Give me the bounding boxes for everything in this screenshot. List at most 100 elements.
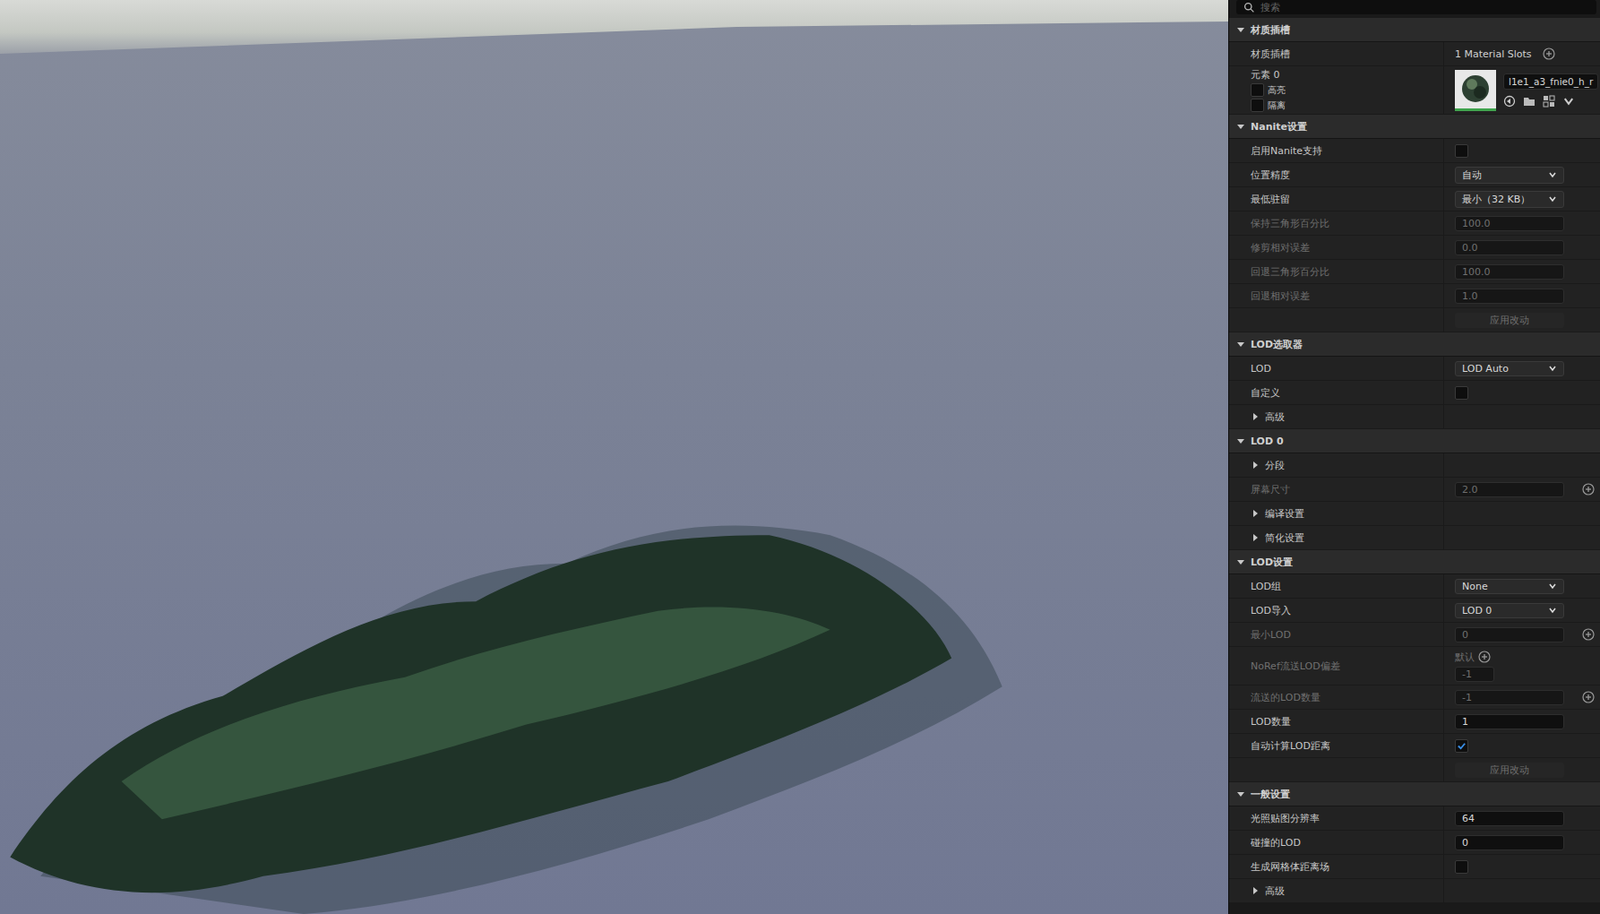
property-row: LOD组 None (1229, 574, 1600, 599)
add-icon[interactable] (1582, 627, 1595, 641)
checkbox[interactable] (1454, 386, 1469, 400)
subsection-label-cell: 编译设置 (1229, 501, 1445, 525)
details-panel: 搜索 材质插槽 材质插槽 1 Material Slots 元素 0 高亮 隔离… (1228, 0, 1600, 914)
expand-arrow-icon (1236, 25, 1246, 35)
checkbox[interactable] (1454, 144, 1469, 158)
expand-arrow-icon (1250, 460, 1260, 470)
expand-arrow-icon (1250, 886, 1260, 895)
section-title: Nanite设置 (1250, 120, 1308, 134)
section-header[interactable]: LOD 0 (1229, 429, 1600, 454)
section-header[interactable]: 一般设置 (1229, 782, 1600, 807)
apply-button[interactable]: 应用改动 (1454, 762, 1565, 778)
search-bar[interactable]: 搜索 (1236, 0, 1597, 15)
subsection-label-cell: 高级 (1229, 404, 1445, 429)
section-header[interactable]: 材质插槽 (1229, 17, 1600, 43)
number-field[interactable]: 100.0 (1454, 215, 1565, 232)
add-icon[interactable] (1582, 690, 1595, 704)
property-label-cell: LOD导入 (1229, 598, 1445, 622)
grid-icon[interactable] (1542, 94, 1556, 108)
checkbox[interactable] (1454, 739, 1469, 753)
add-icon[interactable] (1582, 482, 1595, 496)
property-label: 回退相对误差 (1250, 289, 1310, 303)
property-row: NoRef流送LOD偏差 默认 -1 (1229, 646, 1600, 686)
dropdown[interactable]: 自动 (1454, 166, 1565, 184)
checkbox[interactable] (1250, 98, 1265, 112)
section-title: LOD 0 (1250, 435, 1284, 448)
checkbox[interactable] (1454, 860, 1469, 874)
viewport-background (0, 0, 1229, 54)
checkbox-label: 隔离 (1267, 99, 1286, 112)
number-field[interactable]: 0 (1454, 627, 1565, 643)
section-header[interactable]: LOD选取器 (1229, 332, 1600, 357)
chevron-down-icon[interactable] (1562, 94, 1575, 108)
chevron-down-icon (1548, 605, 1557, 615)
magnifier-icon (1243, 1, 1256, 14)
expand-arrow-icon (1236, 436, 1246, 446)
dropdown[interactable]: None (1454, 578, 1565, 594)
empty-value-cell (1444, 404, 1600, 429)
property-label: LOD (1250, 362, 1272, 375)
element-checkbox-row[interactable]: 高亮 (1250, 83, 1286, 97)
material-thumbnail[interactable] (1454, 69, 1497, 112)
checkbox-label: 高亮 (1267, 84, 1286, 97)
foliage-mesh-icon (0, 250, 1013, 914)
material-name-field[interactable]: l1e1_a3_fnie0_h_r (1503, 73, 1599, 90)
number-field[interactable]: 64 (1454, 810, 1565, 826)
property-label: 材质插槽 (1250, 47, 1291, 61)
element-label: 元素 0 (1250, 68, 1281, 82)
number-field[interactable]: 0.0 (1454, 240, 1565, 256)
property-label: LOD组 (1250, 579, 1282, 594)
material-preview-icon (1457, 70, 1494, 107)
property-row: 屏幕尺寸 2.0 (1229, 477, 1600, 502)
dropdown[interactable]: LOD 0 (1454, 602, 1565, 619)
property-label: 回退三角形百分比 (1250, 265, 1330, 279)
checkbox[interactable] (1250, 83, 1265, 97)
subsection-label: 分段 (1264, 458, 1285, 473)
property-label: NoRef流送LOD偏差 (1250, 659, 1341, 673)
subsection-label-cell: 分段 (1229, 453, 1445, 477)
number-field[interactable]: 100.0 (1454, 264, 1565, 280)
static-mesh-editor: 搜索 材质插槽 材质插槽 1 Material Slots 元素 0 高亮 隔离… (0, 0, 1600, 914)
chevron-down-icon (1548, 363, 1557, 373)
subsection-row[interactable]: 分段 (1229, 453, 1600, 478)
property-row: 位置精度 自动 (1229, 163, 1600, 188)
property-label-cell: LOD数量 (1229, 709, 1445, 733)
property-label: 光照贴图分辨率 (1250, 811, 1320, 826)
property-label: 生成网格体距离场 (1250, 860, 1330, 874)
subsection-row[interactable]: 高级 (1229, 404, 1600, 430)
number-field[interactable]: 0 (1454, 834, 1565, 851)
empty-label-cell (1229, 308, 1445, 332)
apply-button[interactable]: 应用改动 (1454, 312, 1565, 328)
number-field[interactable]: -1 (1454, 666, 1495, 682)
number-field[interactable]: -1 (1454, 689, 1565, 706)
subsection-row[interactable]: 高级 (1229, 878, 1600, 904)
subsection-row[interactable]: 编译设置 (1229, 501, 1600, 526)
property-label: 位置精度 (1250, 168, 1291, 182)
property-label: LOD数量 (1250, 714, 1291, 729)
section-header[interactable]: LOD设置 (1229, 550, 1600, 575)
number-field[interactable]: 1 (1454, 713, 1565, 730)
add-icon[interactable] (1478, 650, 1491, 663)
section-title: 一般设置 (1250, 787, 1291, 801)
property-label-cell: 自动计算LOD距离 (1229, 733, 1445, 757)
element-checkbox-row[interactable]: 隔离 (1250, 98, 1286, 112)
property-label: 最低驻留 (1250, 192, 1291, 207)
dropdown[interactable]: LOD Auto (1454, 361, 1565, 377)
number-field[interactable]: 2.0 (1454, 481, 1565, 498)
subsection-row[interactable]: 简化设置 (1229, 525, 1600, 551)
expand-arrow-icon (1250, 412, 1260, 422)
folder-icon[interactable] (1522, 94, 1536, 108)
section-header[interactable]: Nanite设置 (1229, 114, 1600, 139)
property-label-cell: 光照贴图分辨率 (1229, 806, 1445, 830)
property-row: LOD导入 LOD 0 (1229, 598, 1600, 623)
add-icon[interactable] (1542, 47, 1556, 61)
property-label-cell: 屏幕尺寸 (1229, 477, 1445, 501)
chevron-down-icon (1548, 170, 1557, 180)
empty-value-cell (1444, 501, 1600, 525)
viewport[interactable] (0, 0, 1229, 914)
number-field[interactable]: 1.0 (1454, 288, 1565, 304)
property-row: 生成网格体距离场 (1229, 854, 1600, 879)
empty-value-cell (1444, 525, 1600, 550)
browse-arrow-icon[interactable] (1503, 94, 1516, 108)
dropdown[interactable]: 最小（32 KB） (1454, 190, 1565, 208)
